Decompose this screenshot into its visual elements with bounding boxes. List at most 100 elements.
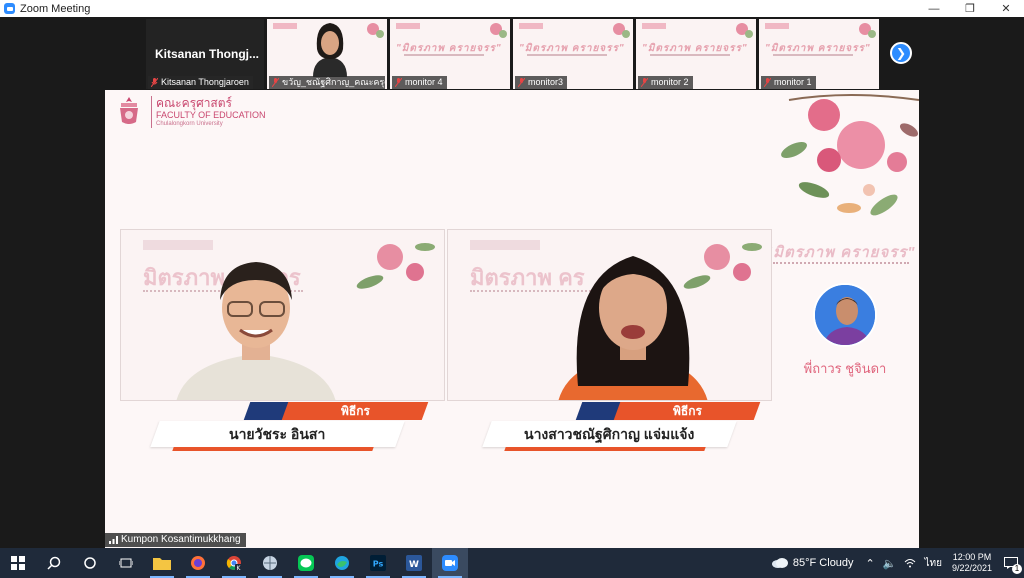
taskbar-photoshop[interactable]: Ps [360,548,396,578]
thumb-label-text: monitor 4 [405,77,443,87]
participant-thumb-3[interactable]: "มิตรภาพ ครายจรร" monitor 2 [636,19,756,89]
banner-underline [172,447,374,451]
edge-icon [335,556,349,570]
muted-mic-icon [641,78,648,87]
banner-name-right: นางสาวชณัฐศิกาญ แจ่มแจ้ง [482,421,737,447]
pane-logo [470,240,540,250]
flower-decoration [356,243,435,289]
flower-decoration [736,23,753,38]
participant-thumb-4[interactable]: "มิตรภาพ ครายจรร" monitor 1 [759,19,879,89]
taskbar-zoom[interactable] [432,548,468,578]
firefox-icon [191,556,205,570]
logo-sub-text: Chulalongkorn University [156,121,223,127]
banner-role-right: พิธีกร [613,402,761,420]
weather-text[interactable]: 85°F Cloudy [793,557,854,569]
folder-icon [153,558,171,570]
line-app-icon [298,555,314,571]
cortana-button[interactable] [72,548,108,578]
word-icon: W [406,555,422,571]
thumb-line [773,54,853,56]
clock-time: 12:00 PM [952,552,992,562]
thumb-label-text: monitor 2 [651,77,689,87]
active-video-area: คณะครุศาสตร์ FACULTY OF EDUCATION Chulal… [105,90,919,548]
thumb-label-4: monitor 1 [761,76,816,89]
thumb-label-text: monitor3 [528,77,564,87]
taskbar-edge[interactable] [324,548,360,578]
search-button[interactable] [36,548,72,578]
taskbar-firefox[interactable] [180,548,216,578]
university-seal-icon [120,97,138,124]
speaker-photo [815,285,875,345]
thumb-label-2: monitor3 [515,76,568,89]
notification-count: 1 [1012,564,1022,574]
search-icon [47,556,61,570]
svg-text:Ps: Ps [373,560,384,569]
role-text: พิธีกร [672,404,702,418]
slide-side-subtitle-line [773,262,909,266]
pane-logo [143,240,213,250]
thumb-label-1: monitor 4 [392,76,447,89]
flower-decoration [367,23,384,38]
thumb-line [404,54,484,56]
meeting-stage: Kitsanan Thongj... Kitsanan Thongjaroen … [0,17,1024,548]
thumb-label-text: monitor 1 [774,77,812,87]
clock[interactable]: 12:00 PM 9/22/2021 [952,552,992,574]
thumb-label-3: monitor 2 [638,76,693,89]
taskbar-word[interactable]: W [396,548,432,578]
faculty-logo: คณะครุศาสตร์ FACULTY OF EDUCATION Chulal… [117,96,266,128]
notifications-button[interactable]: 1 [998,548,1024,578]
speaker-video-female [558,256,708,400]
svg-text:W: W [409,560,419,570]
role-text: พิธีกร [340,404,370,418]
signal-bars-icon [109,536,118,544]
muted-mic-icon [272,78,279,87]
close-button[interactable]: ✕ [988,0,1024,17]
chevron-right-icon: ❯ [895,46,907,60]
taskbar-chrome-profile[interactable]: K [216,548,252,578]
chevron-up-icon[interactable]: ⌃ [866,557,875,570]
participant-thumb-0[interactable]: ขวัญ_ชณัฐศิกาญ_คณะครุศาสตร์... [267,19,387,89]
active-speaker-name: Kumpon Kosantimukkhang [121,534,241,545]
speaker-avatar [813,283,877,347]
logo-english-text: FACULTY OF EDUCATION [156,110,266,120]
speaker-video-male [176,262,336,400]
participant-thumb-1[interactable]: "มิตรภาพ ครายจรร" monitor 4 [390,19,510,89]
cloudy-weather-icon [771,558,788,568]
taskbar-file-explorer[interactable] [144,548,180,578]
windows-logo-icon [11,556,25,570]
muted-mic-icon [518,78,525,87]
task-view-button[interactable] [108,548,144,578]
self-label-text: Kitsanan Thongjaroen [161,77,249,87]
flower-decoration [613,23,630,38]
restore-button[interactable]: ❐ [952,0,988,17]
photoshop-icon: Ps [370,555,386,571]
thumb-label-text: ขวัญ_ชณัฐศิกาญ_คณะครุศาสตร์... [282,77,385,87]
cortana-circle-icon [84,557,96,569]
self-video-tile[interactable]: Kitsanan Thongj... Kitsanan Thongjaroen [146,19,264,89]
zoom-app-icon [4,3,15,14]
chrome-icon: K [226,556,242,571]
speaker-name-text: นางสาวชณัฐศิกาญ แจ่มแจ้ง [524,426,695,442]
muted-mic-icon [151,78,158,87]
clock-date: 9/22/2021 [951,563,992,573]
taskbar-line[interactable] [288,548,324,578]
window-titlebar: Zoom Meeting — ❐ ✕ [0,0,1024,17]
speaker-name-text: นายวัชระ อินสา [229,426,326,442]
start-button[interactable] [0,548,36,578]
name-banner-left: พิธีกร นายวัชระ อินสา [145,401,435,453]
banner-role-left: พิธีกร [281,402,429,420]
participant-thumb-2[interactable]: "มิตรภาพ ครายจรร" monitor3 [513,19,633,89]
flower-decoration [490,23,507,38]
thumb-logo [642,23,666,29]
thumb-logo [396,23,420,29]
next-page-button[interactable]: ❯ [890,42,912,64]
thumb-label-0: ขวัญ_ชณัฐศิกาญ_คณะครุศาสตร์... [269,76,385,89]
volume-icon[interactable]: 🔈 [883,557,897,570]
speaker-pane-right: มิตรภาพ คร [447,229,772,401]
minimize-button[interactable]: — [916,0,952,17]
participant-video [313,23,347,77]
input-language[interactable]: ไทย [924,556,941,571]
wifi-icon[interactable] [904,558,916,568]
self-label: Kitsanan Thongjaroen [148,76,253,89]
taskbar-app-globe[interactable] [252,548,288,578]
